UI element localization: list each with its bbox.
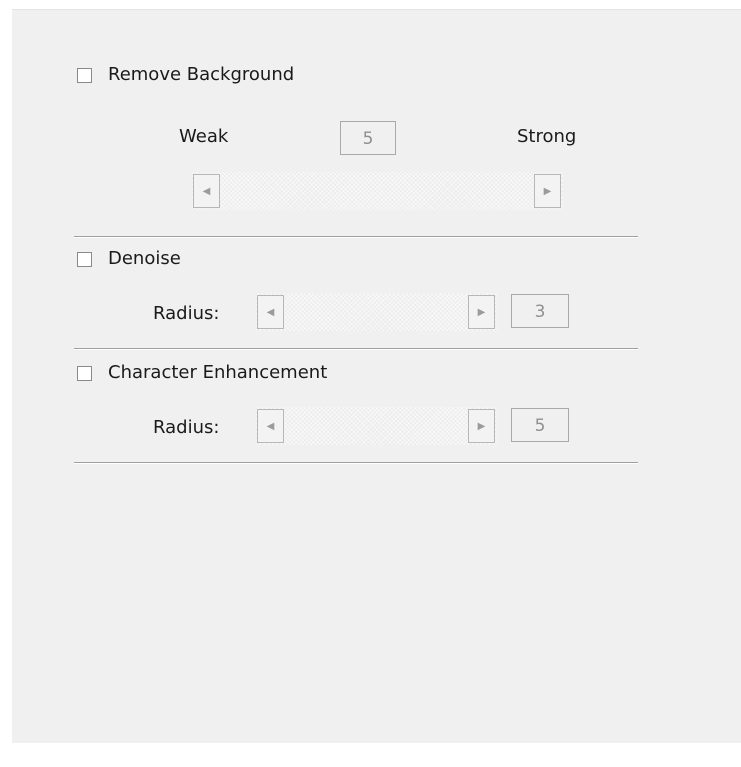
character-enhancement-checkbox[interactable] xyxy=(77,366,92,381)
left-arrow-icon: ◀ xyxy=(202,185,211,197)
denoise-slider-left-button[interactable]: ◀ xyxy=(257,295,284,329)
remove-background-label: Remove Background xyxy=(108,64,295,85)
character-enhancement-radius-value-field[interactable]: 5 xyxy=(511,408,569,442)
character-enhancement-slider-left-button[interactable]: ◀ xyxy=(257,409,284,443)
remove-background-value-field[interactable]: 5 xyxy=(340,121,396,155)
denoise-label: Denoise xyxy=(108,248,181,269)
denoise-slider-right-button[interactable]: ▶ xyxy=(468,295,495,329)
character-enhancement-label: Character Enhancement xyxy=(108,362,328,383)
section-divider xyxy=(74,236,638,238)
right-arrow-icon: ▶ xyxy=(543,185,552,197)
denoise-checkbox[interactable] xyxy=(77,252,92,267)
left-arrow-icon: ◀ xyxy=(266,306,275,318)
denoise-radius-value-field[interactable]: 3 xyxy=(511,294,569,328)
denoise-radius-slider[interactable] xyxy=(256,293,498,331)
strong-label: Strong xyxy=(517,126,577,147)
denoise-radius-label: Radius: xyxy=(153,303,220,324)
remove-background-slider[interactable] xyxy=(192,172,563,210)
section-divider xyxy=(74,348,638,350)
right-arrow-icon: ▶ xyxy=(477,306,486,318)
character-enhancement-slider-right-button[interactable]: ▶ xyxy=(468,409,495,443)
right-arrow-icon: ▶ xyxy=(477,420,486,432)
weak-label: Weak xyxy=(179,126,229,147)
remove-background-slider-right-button[interactable]: ▶ xyxy=(534,174,561,208)
left-arrow-icon: ◀ xyxy=(266,420,275,432)
section-divider xyxy=(74,462,638,464)
remove-background-checkbox[interactable] xyxy=(77,68,92,83)
character-enhancement-radius-slider[interactable] xyxy=(256,407,498,445)
remove-background-slider-left-button[interactable]: ◀ xyxy=(193,174,220,208)
character-enhancement-radius-label: Radius: xyxy=(153,417,220,438)
